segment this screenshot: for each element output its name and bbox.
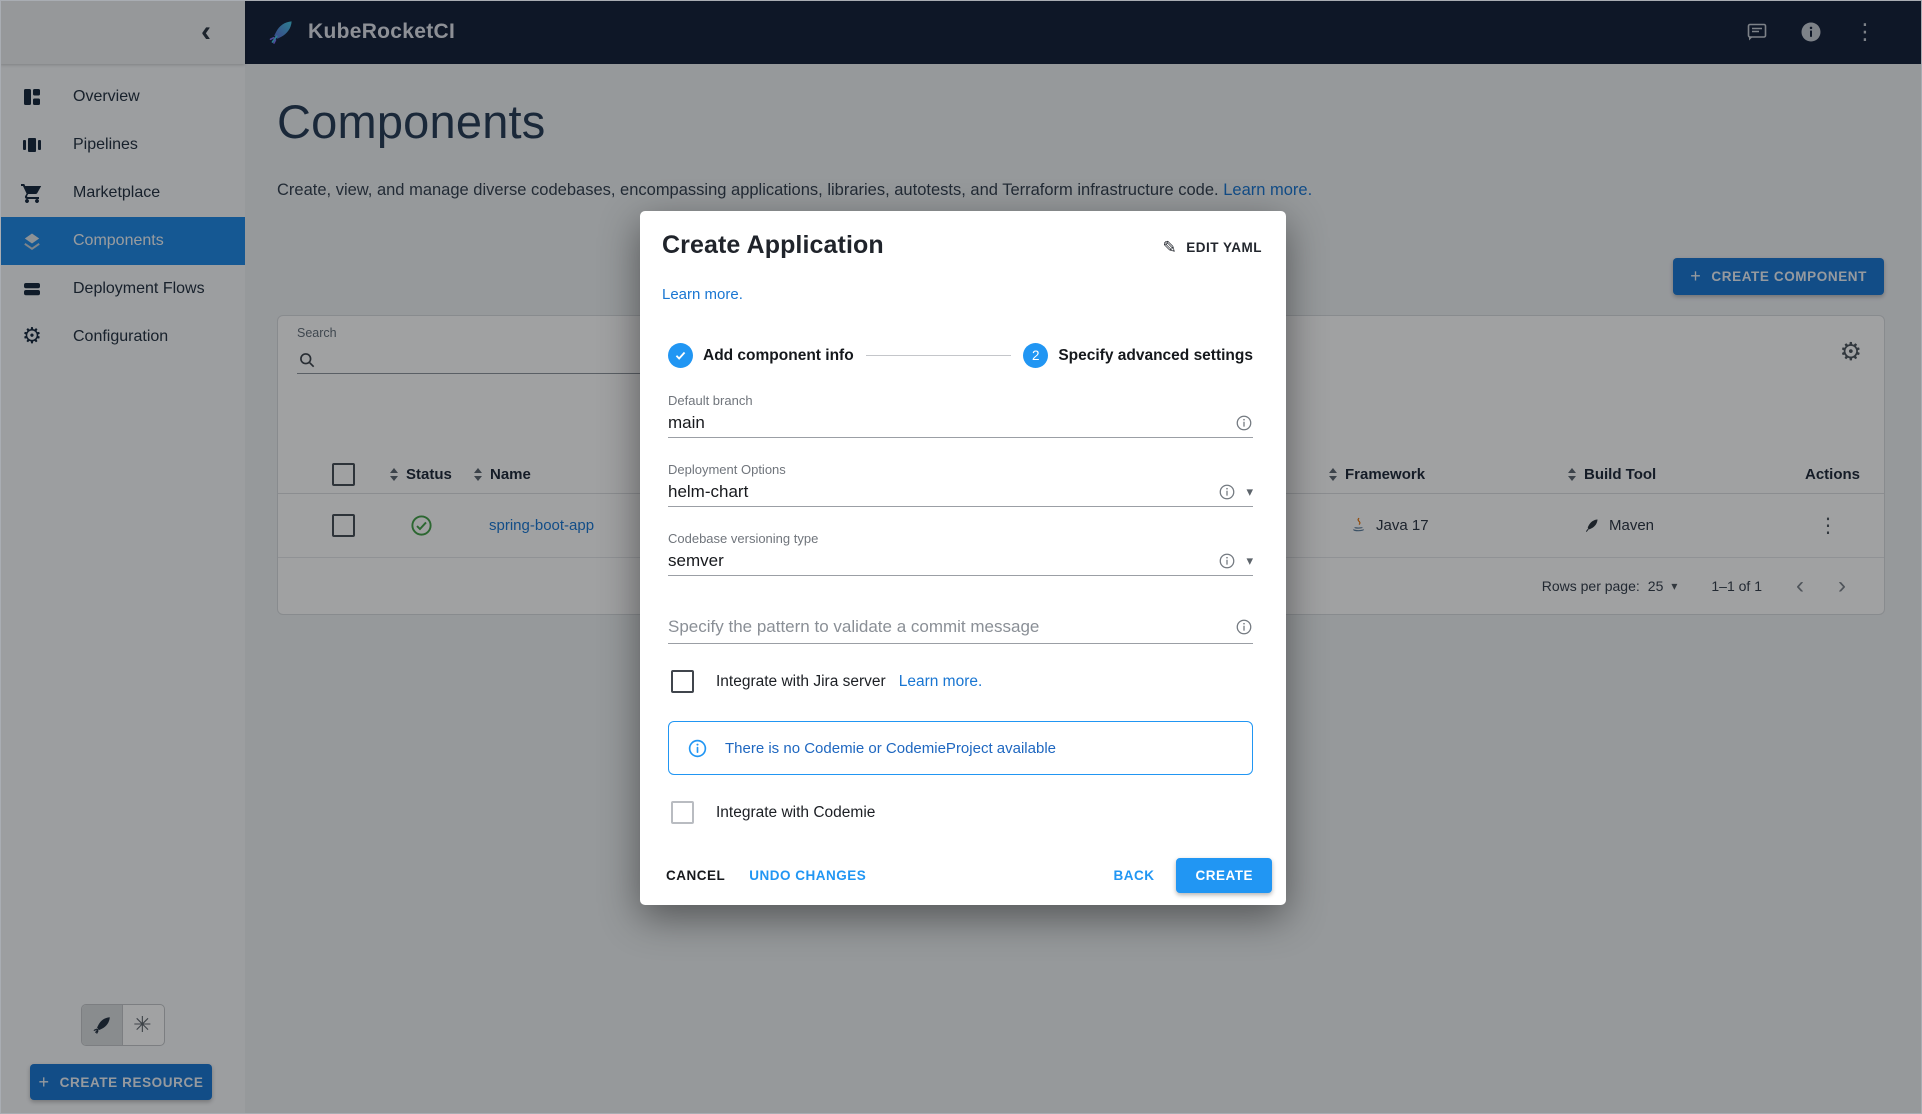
field-label: Deployment Options (668, 462, 786, 477)
info-icon[interactable] (1218, 552, 1236, 570)
jira-checkbox[interactable] (671, 670, 694, 693)
default-branch-field: Default branch (668, 393, 1253, 438)
create-button[interactable]: CREATE (1176, 857, 1272, 893)
codemie-checkbox[interactable] (671, 801, 694, 824)
pencil-icon: ✎ (1162, 238, 1178, 257)
step-2-number[interactable]: 2 (1023, 343, 1049, 368)
deployment-options-select[interactable] (668, 481, 1219, 502)
step-2-label[interactable]: Specify advanced settings (1058, 347, 1253, 365)
step-1-label[interactable]: Add component info (703, 347, 854, 365)
info-icon (687, 738, 708, 759)
stepper: Add component info 2 Specify advanced se… (668, 343, 1253, 368)
chevron-down-icon[interactable]: ▾ (1246, 484, 1253, 500)
jira-checkbox-label: Integrate with Jira server (716, 672, 886, 690)
codemie-integration-row: Integrate with Codemie (671, 801, 1253, 824)
info-icon[interactable] (1235, 618, 1253, 636)
field-label: Default branch (668, 393, 753, 408)
default-branch-input[interactable] (668, 412, 1235, 433)
chevron-down-icon[interactable]: ▾ (1246, 553, 1253, 569)
info-icon[interactable] (1235, 414, 1253, 432)
step-1-done-icon[interactable] (668, 343, 693, 368)
codemie-info-alert: There is no Codemie or CodemieProject av… (668, 721, 1253, 775)
field-label: Codebase versioning type (668, 531, 819, 546)
dialog-title: Create Application (662, 231, 884, 259)
cancel-button[interactable]: CANCEL (654, 859, 737, 892)
versioning-type-select[interactable] (668, 550, 1219, 571)
undo-changes-button[interactable]: UNDO CHANGES (737, 859, 878, 892)
deployment-options-field: Deployment Options ▾ (668, 462, 1253, 507)
step-connector (865, 355, 1012, 356)
commit-pattern-input[interactable] (668, 616, 1235, 637)
jira-integration-row: Integrate with Jira server Learn more. (671, 670, 1253, 693)
edit-yaml-button[interactable]: ✎ EDIT YAML (1154, 233, 1270, 262)
versioning-type-field: Codebase versioning type ▾ (668, 531, 1253, 576)
dialog-learn-more-link[interactable]: Learn more. (662, 286, 743, 303)
info-icon[interactable] (1218, 483, 1236, 501)
alert-text: There is no Codemie or CodemieProject av… (725, 739, 1056, 757)
jira-learn-more-link[interactable]: Learn more. (899, 673, 983, 691)
dialog-actions: CANCEL UNDO CHANGES BACK CREATE (640, 845, 1286, 905)
codemie-checkbox-label: Integrate with Codemie (716, 803, 876, 821)
create-application-dialog: Create Application ✎ EDIT YAML Learn mor… (640, 211, 1286, 905)
commit-pattern-field (668, 610, 1253, 644)
back-button[interactable]: BACK (1101, 859, 1166, 892)
